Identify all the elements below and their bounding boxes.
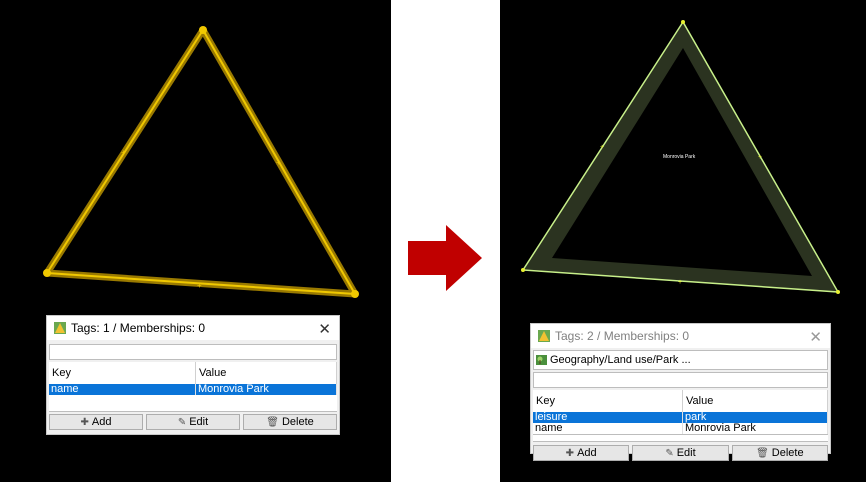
tag-value[interactable]: Monrovia Park — [682, 423, 828, 435]
map-view-before[interactable]: + + + Tags: 1 / Memberships: 0 ✕ Key Val… — [0, 0, 391, 482]
table-row[interactable]: name Monrovia Park — [49, 384, 337, 395]
column-header-value[interactable]: Value — [682, 390, 828, 412]
button-row: ✚ Add ✎ Edit 🗑 Delete — [533, 445, 828, 461]
midpoint-marker[interactable]: + — [678, 279, 682, 286]
midpoint-marker[interactable]: + — [197, 281, 202, 290]
button-row: ✚ Add ✎ Edit 🗑 Delete — [49, 414, 337, 430]
preset-link[interactable]: Geography/Land use/Park ... — [533, 350, 828, 370]
tag-value[interactable]: Monrovia Park — [195, 384, 337, 395]
park-label: Monrovia Park — [663, 154, 696, 160]
column-header-key[interactable]: Key — [533, 390, 683, 412]
plus-icon: ✚ — [80, 416, 89, 428]
edit-button[interactable]: ✎ Edit — [632, 445, 729, 461]
transition-arrow-icon — [408, 225, 482, 291]
add-label: Add — [577, 447, 597, 459]
tags-panel-after: Tags: 2 / Memberships: 0 ✕ Geography/Lan… — [530, 323, 831, 461]
midpoint-marker[interactable]: + — [121, 148, 126, 157]
add-label: Add — [91, 416, 112, 428]
edit-icon: ✎ — [177, 416, 187, 428]
panel-titlebar: Tags: 1 / Memberships: 0 ✕ — [47, 316, 339, 340]
table-empty-area — [49, 395, 337, 412]
close-icon[interactable]: ✕ — [809, 328, 822, 346]
add-button[interactable]: ✚ Add — [533, 445, 630, 461]
edit-button[interactable]: ✎ Edit — [146, 414, 240, 430]
delete-label: Delete — [771, 447, 804, 459]
table-empty-area — [533, 435, 828, 442]
edit-label: Edit — [676, 447, 696, 459]
park-preset-icon — [536, 355, 547, 365]
trash-icon: 🗑 — [756, 447, 769, 459]
preset-label[interactable]: Geography/Land use/Park ... — [550, 354, 691, 366]
preset-row-empty — [49, 344, 337, 360]
node-right[interactable] — [351, 290, 359, 298]
add-button[interactable]: ✚ Add — [49, 414, 143, 430]
delete-label: Delete — [281, 416, 314, 428]
josm-icon — [538, 330, 550, 342]
column-header-key[interactable]: Key — [49, 362, 196, 384]
midpoint-marker[interactable]: + — [600, 144, 604, 151]
midpoint-marker[interactable]: + — [758, 154, 762, 161]
edit-label: Edit — [189, 416, 209, 428]
way-highlight — [43, 26, 359, 298]
panel-titlebar: Tags: 2 / Memberships: 0 ✕ — [531, 324, 830, 348]
tag-table[interactable]: Key Value leisure park name Monrovia Par… — [533, 390, 828, 435]
close-icon[interactable]: ✕ — [318, 320, 331, 338]
node-left[interactable] — [521, 268, 525, 272]
tags-panel-before: Tags: 1 / Memberships: 0 ✕ Key Value nam… — [46, 315, 340, 435]
blank-row — [533, 372, 828, 388]
delete-button[interactable]: 🗑 Delete — [731, 445, 828, 461]
tag-key[interactable]: name — [49, 384, 196, 395]
trash-icon: 🗑 — [266, 416, 279, 428]
node-top[interactable] — [681, 20, 685, 24]
table-row[interactable]: name Monrovia Park — [533, 423, 828, 435]
node-right[interactable] — [836, 290, 840, 294]
column-header-value[interactable]: Value — [195, 362, 337, 384]
map-view-after[interactable]: + + + Monrovia Park Tags: 2 / Membership… — [500, 0, 866, 482]
table-row[interactable]: leisure park — [533, 412, 828, 423]
node-left[interactable] — [43, 269, 51, 277]
midpoint-marker[interactable]: + — [276, 158, 281, 167]
plus-icon: ✚ — [565, 447, 575, 459]
panel-title: Tags: 1 / Memberships: 0 — [71, 321, 206, 335]
node-top[interactable] — [199, 26, 207, 34]
way-line[interactable] — [46, 29, 356, 295]
delete-button[interactable]: 🗑 Delete — [243, 414, 337, 430]
tag-table[interactable]: Key Value name Monrovia Park — [49, 362, 337, 395]
panel-title: Tags: 2 / Memberships: 0 — [555, 329, 690, 343]
edit-icon: ✎ — [665, 447, 674, 459]
josm-icon — [54, 322, 66, 334]
tag-key[interactable]: name — [533, 423, 683, 435]
